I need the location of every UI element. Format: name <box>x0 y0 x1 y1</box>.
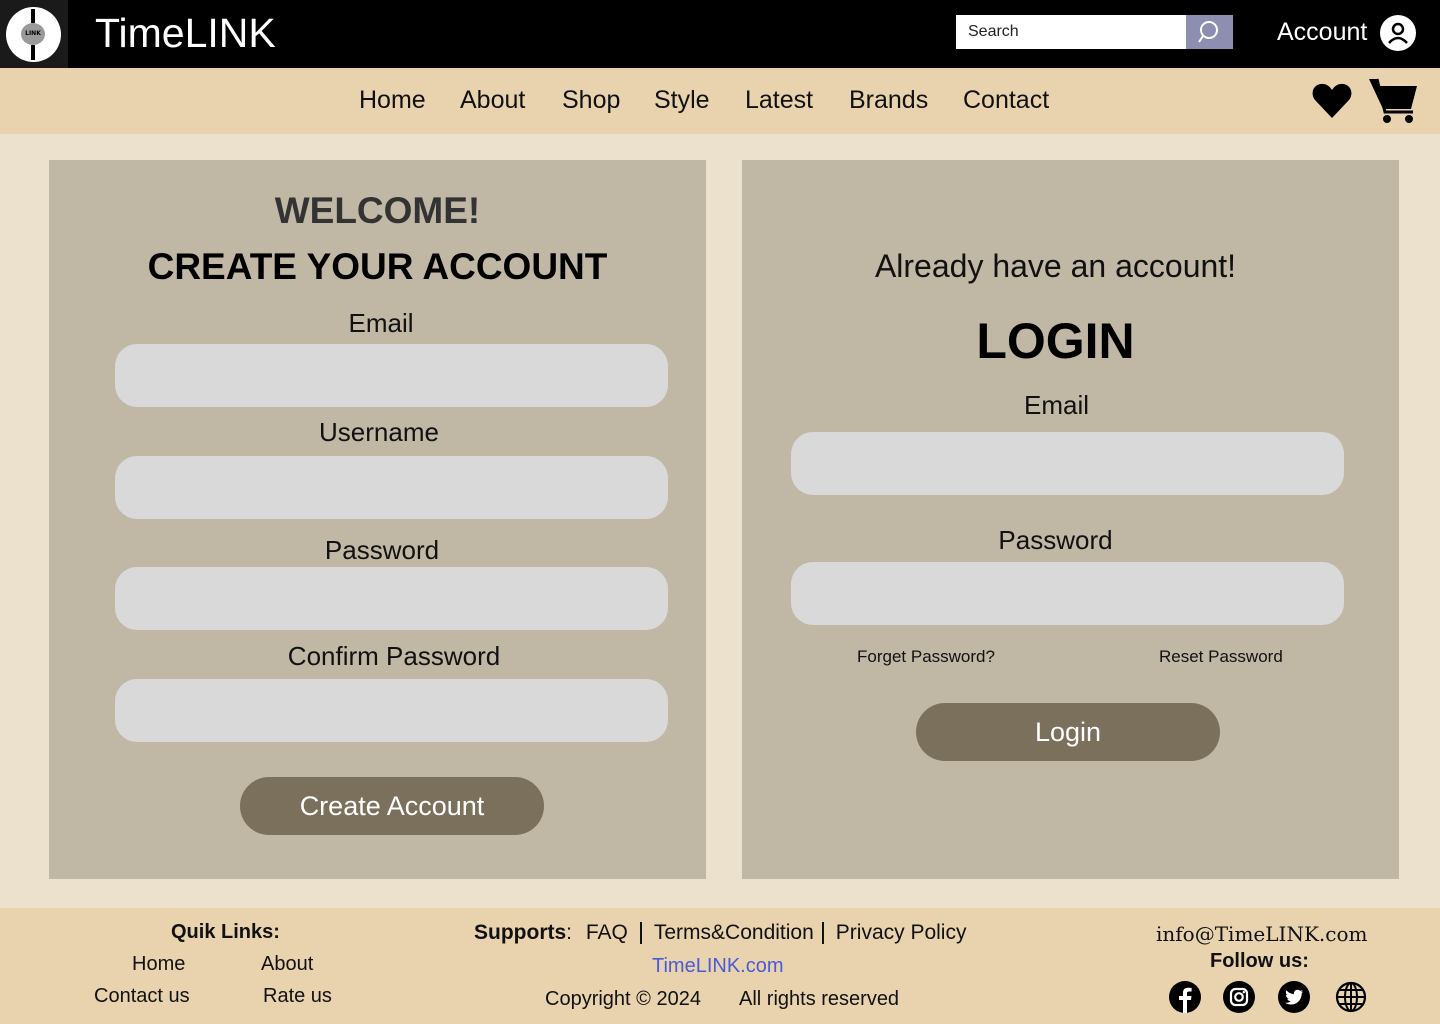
nav-bar: Home About Shop Style Latest Brands Cont… <box>0 68 1440 134</box>
top-bar: LINK TimeLINK Account <box>0 0 1440 68</box>
supports-colon: : <box>566 921 573 944</box>
register-username-field[interactable] <box>115 456 668 519</box>
footer-link-home[interactable]: Home <box>132 953 185 976</box>
site-link[interactable]: TimeLINK.com <box>652 955 784 978</box>
footer-link-terms[interactable]: Terms&Condition <box>654 921 814 944</box>
login-button[interactable]: Login <box>916 703 1220 761</box>
register-email-field[interactable] <box>115 344 668 407</box>
nav-item-contact[interactable]: Contact <box>963 86 1049 115</box>
login-panel: Already have an account! LOGIN Email Pas… <box>742 160 1399 879</box>
copyright: Copyright © 2024 <box>545 988 701 1010</box>
footer-link-contact-us[interactable]: Contact us <box>94 985 190 1008</box>
register-panel: WELCOME! CREATE YOUR ACCOUNT Email Usern… <box>49 160 706 879</box>
footer-link-faq[interactable]: FAQ <box>586 921 628 944</box>
follow-us-title: Follow us: <box>1210 950 1309 972</box>
twitter-icon[interactable] <box>1278 981 1310 1013</box>
logo-text: LINK <box>21 23 45 45</box>
login-password-field[interactable] <box>791 562 1344 625</box>
footer-link-privacy[interactable]: Privacy Policy <box>836 921 967 944</box>
register-title: CREATE YOUR ACCOUNT <box>147 246 608 287</box>
register-email-label: Email <box>348 308 414 338</box>
forget-password-link[interactable]: Forget Password? <box>857 647 995 667</box>
footer-link-rate-us[interactable]: Rate us <box>263 985 332 1008</box>
nav-item-home[interactable]: Home <box>359 86 426 115</box>
contact-email[interactable]: info@TimeLINK.com <box>1156 922 1367 946</box>
rights-reserved: All rights reserved <box>739 988 900 1010</box>
register-password-label: Password <box>324 535 440 565</box>
facebook-icon[interactable] <box>1169 981 1201 1013</box>
register-username-label: Username <box>319 417 439 447</box>
login-email-label: Email <box>1023 390 1089 420</box>
login-subtitle: Already have an account! <box>874 248 1237 284</box>
supports-title: Supports <box>474 921 567 944</box>
quick-links-title: Quik Links: <box>171 921 280 943</box>
search-button[interactable] <box>1186 15 1233 49</box>
nav-item-about[interactable]: About <box>460 86 525 115</box>
heart-icon[interactable] <box>1312 82 1352 120</box>
nav-item-style[interactable]: Style <box>654 86 710 115</box>
login-password-label: Password <box>998 525 1113 555</box>
register-password-field[interactable] <box>115 567 668 630</box>
user-circle-icon[interactable] <box>1380 15 1416 51</box>
login-email-field[interactable] <box>791 432 1344 495</box>
account-link[interactable]: Account <box>1277 18 1367 47</box>
globe-icon[interactable] <box>1335 981 1367 1013</box>
footer-link-about[interactable]: About <box>261 953 313 976</box>
nav-item-shop[interactable]: Shop <box>562 86 620 115</box>
nav-item-latest[interactable]: Latest <box>745 86 813 115</box>
supports-row: Supports: FAQ Terms&Condition Privacy Poli… <box>474 921 966 945</box>
register-confirm-password-label: Confirm Password <box>287 641 501 671</box>
logo[interactable]: LINK <box>0 0 68 68</box>
search-icon <box>1197 21 1218 43</box>
footer: Quik Links: Home About Contact us Rate u… <box>0 908 1440 1024</box>
reset-password-link[interactable]: Reset Password <box>1159 647 1283 667</box>
search-input[interactable] <box>956 15 1186 49</box>
cart-icon[interactable] <box>1368 76 1418 124</box>
login-title: LOGIN <box>976 313 1135 369</box>
welcome-heading: WELCOME! <box>274 190 481 231</box>
divider <box>821 922 824 945</box>
divider <box>639 922 642 945</box>
create-account-button[interactable]: Create Account <box>240 777 544 835</box>
register-confirm-password-field[interactable] <box>115 679 668 742</box>
instagram-icon[interactable] <box>1223 981 1255 1013</box>
nav-item-brands[interactable]: Brands <box>849 86 928 115</box>
logo-circle: LINK <box>6 7 61 62</box>
brand-name[interactable]: TimeLINK <box>95 10 276 57</box>
